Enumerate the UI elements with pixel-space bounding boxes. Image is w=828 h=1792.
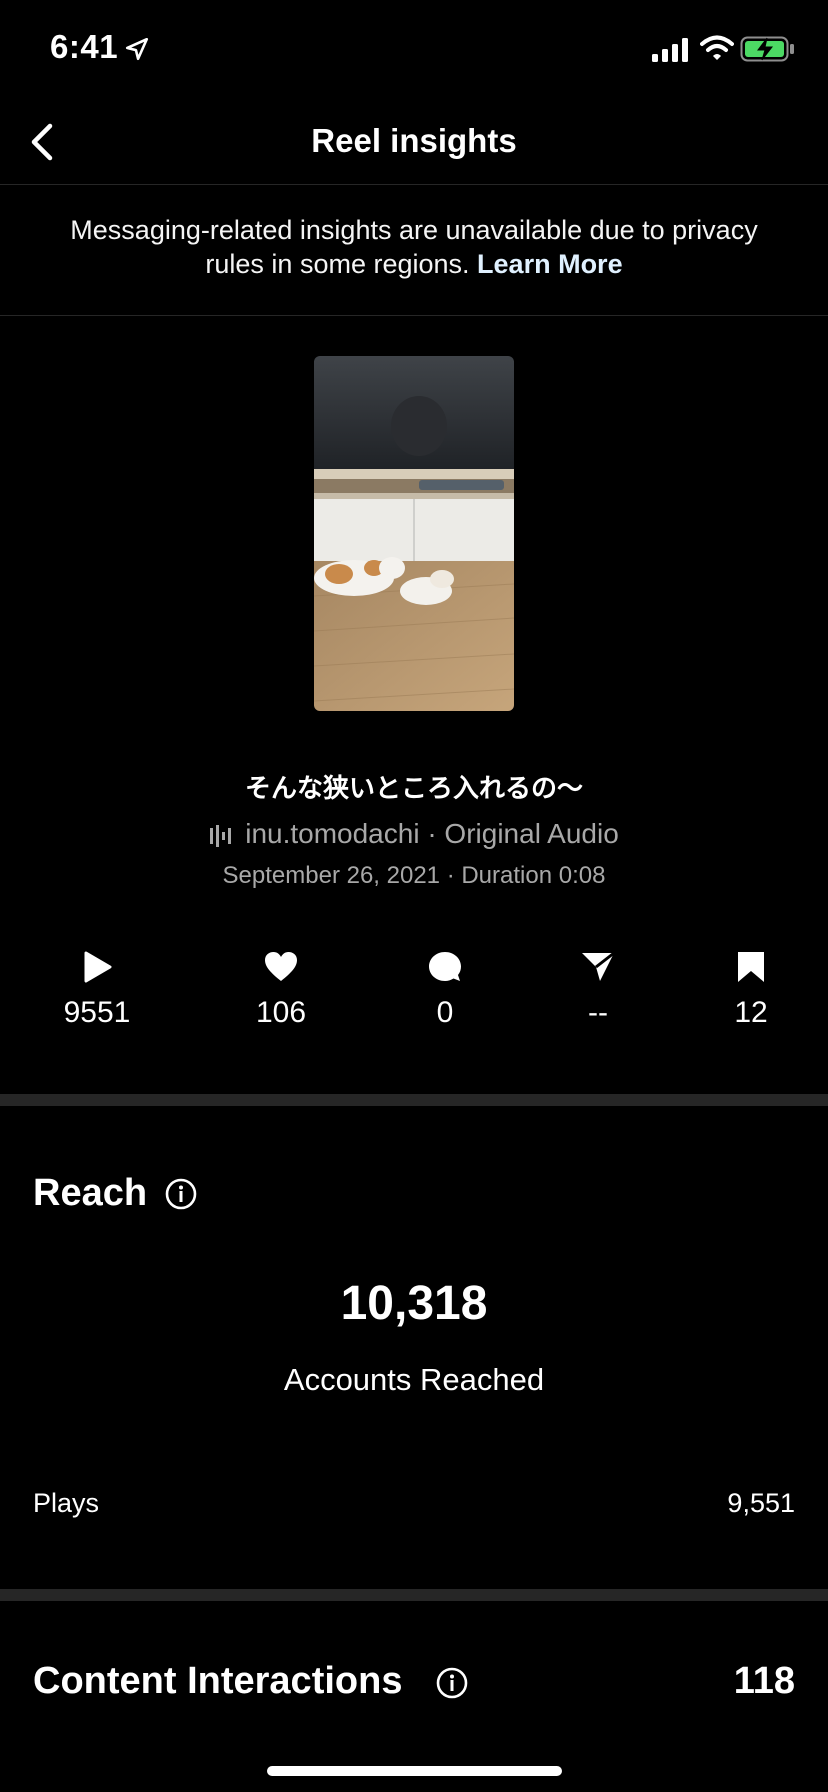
shares-stat: -- [528, 950, 668, 1030]
section-divider [0, 1094, 828, 1106]
accounts-reached-label: Accounts Reached [283, 1362, 545, 1397]
saves-stat: 12 [681, 950, 821, 1030]
likes-count: 106 [255, 996, 307, 1029]
send-paper-plane-icon [582, 951, 615, 981]
reach-title: Reach [33, 1172, 148, 1214]
bookmark-icon [738, 952, 764, 982]
cellular-signal-icon [652, 38, 688, 62]
saves-count: 12 [734, 996, 768, 1029]
heart-icon [265, 952, 297, 981]
learn-more-link[interactable]: Learn More [477, 249, 623, 279]
home-indicator[interactable] [267, 1766, 562, 1776]
audio-label: inu.tomodachi · Original Audio [245, 818, 619, 849]
status-time: 6:41 [50, 28, 119, 65]
plays-row-value: 9,551 [727, 1488, 795, 1518]
wifi-icon [700, 35, 734, 60]
privacy-notice: Messaging-related insights are unavailab… [0, 185, 828, 316]
comment-bubble-icon [429, 952, 461, 981]
likes-stat: 106 [211, 950, 351, 1030]
reach-info-icon[interactable] [165, 1178, 197, 1210]
comments-stat: 0 [375, 950, 515, 1030]
battery-charging-icon [740, 36, 794, 62]
reel-thumbnail-image [314, 356, 514, 711]
audio-waveform-icon [210, 825, 232, 847]
nav-header: Reel insights [0, 100, 828, 185]
notice-text-block: Messaging-related insights are unavailab… [70, 213, 758, 281]
date-duration: September 26, 2021 · Duration 0:08 [222, 862, 606, 889]
shares-count: -- [588, 996, 608, 1029]
comments-count: 0 [436, 996, 454, 1029]
location-arrow-icon [125, 37, 149, 61]
plays-stat: 9551 [27, 950, 167, 1030]
reel-caption: そんな狭いところ入れるの〜 [244, 773, 583, 803]
reel-thumbnail[interactable] [314, 356, 514, 711]
notice-text: Messaging-related insights are unavailab… [70, 215, 758, 279]
content-interactions-info-icon[interactable] [436, 1667, 468, 1699]
content-interactions-value: 118 [733, 1660, 795, 1702]
page-title: Reel insights [311, 122, 517, 159]
content-interactions-title: Content Interactions [33, 1660, 403, 1702]
plays-row-label: Plays [33, 1488, 100, 1518]
accounts-reached-value: 10,318 [340, 1277, 488, 1330]
play-icon [84, 951, 112, 983]
section-divider [0, 1589, 828, 1601]
status-bar: 6:41 [0, 0, 828, 100]
audio-row[interactable]: inu.tomodachi · Original Audio [0, 818, 828, 850]
stats-row: 9551 106 0 -- 12 [0, 950, 828, 1040]
plays-count: 9551 [63, 996, 131, 1029]
